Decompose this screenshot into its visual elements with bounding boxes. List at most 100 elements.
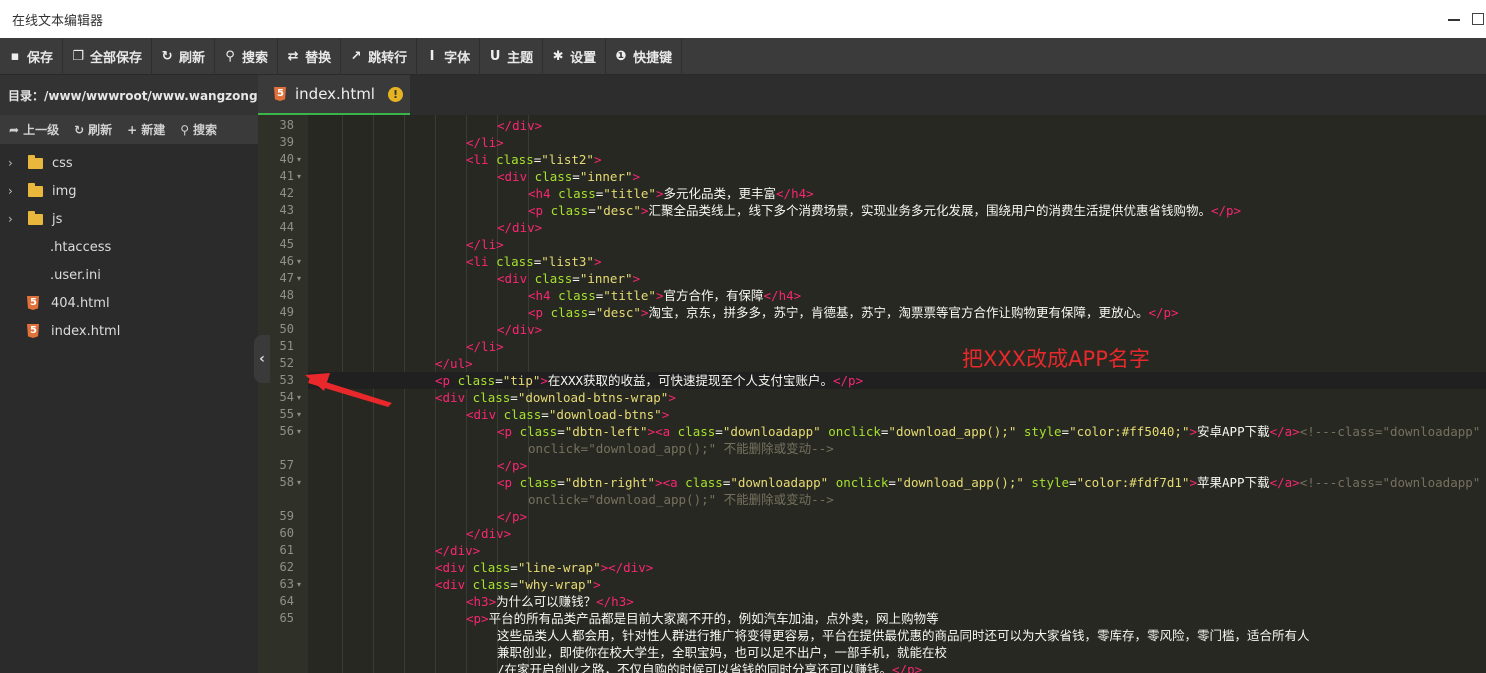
maximize-icon[interactable] bbox=[1472, 13, 1484, 25]
toolbar-button-8[interactable]: ✱ 设置 bbox=[543, 38, 607, 75]
toolbar-button-1[interactable]: ❐ 全部保存 bbox=[63, 38, 153, 75]
code-line[interactable]: 41 ▾ <div class="inner"> bbox=[280, 168, 1486, 185]
code-line[interactable]: 39 </li> bbox=[280, 134, 1486, 151]
code-line[interactable]: 64 <h3>为什么可以赚钱？</h3> bbox=[280, 593, 1486, 610]
code-line[interactable]: /在家开启创业之路，不仅自购的时候可以省钱的同时分享还可以赚钱。</p> bbox=[308, 661, 1486, 673]
fold-toggle-icon[interactable]: ▾ bbox=[297, 253, 301, 270]
code-line[interactable]: 兼职创业，即使你在校大学生，全职宝妈，也可以足不出户，一部手机，就能在校 bbox=[308, 644, 1486, 661]
code-line[interactable]: 58 ▾ <p class="dbtn-right"><a class="downl… bbox=[280, 474, 1486, 491]
code-line[interactable]: 46 ▾ <li class="list3"> bbox=[280, 253, 1486, 270]
code-editor[interactable]: 38 </div> 39 </li> 40 ▾ <li class="list2"> 41 ▾ <… bbox=[258, 115, 1486, 673]
toolbar-button-3[interactable]: ⚲ 搜索 bbox=[215, 38, 279, 75]
tree-item-css[interactable]: › css bbox=[0, 149, 258, 177]
line-number: 44 bbox=[279, 220, 294, 234]
code-line[interactable]: 52 </ul> bbox=[280, 355, 1486, 372]
code-line[interactable]: 62 <div class="line-wrap"></div> bbox=[280, 559, 1486, 576]
code-token: <div bbox=[435, 577, 473, 592]
code-text: onclick="download_app();" 不能删除或变动--> bbox=[528, 491, 834, 508]
code-line[interactable]: 51 </li> bbox=[280, 338, 1486, 355]
sidebar-tool-0[interactable]: ➦ 上一级 bbox=[9, 121, 59, 138]
code-token: </p> bbox=[892, 662, 923, 673]
line-number: 61 bbox=[279, 543, 294, 557]
line-number: 65 bbox=[279, 611, 294, 625]
tab-index-html[interactable]: index.html ! bbox=[258, 75, 410, 115]
code-line[interactable]: 40 ▾ <li class="list2"> bbox=[280, 151, 1486, 168]
window-title: 在线文本编辑器 bbox=[12, 14, 104, 29]
toolbar-button-9[interactable]: ❶ 快捷键 bbox=[606, 38, 683, 75]
code-line[interactable]: onclick="download_app();" 不能删除或变动--> bbox=[308, 491, 1486, 508]
code-token: <h3> bbox=[466, 594, 497, 609]
toolbar-button-4[interactable]: ⇄ 替换 bbox=[278, 38, 342, 75]
code-line[interactable]: 49 <p class="desc">淘宝，京东，拼多多，苏宁，肯德基，苏宁，淘票… bbox=[280, 304, 1486, 321]
code-text: </div> bbox=[435, 542, 480, 559]
code-line[interactable]: onclick="download_app();" 不能删除或变动--> bbox=[308, 440, 1486, 457]
code-token: <!---class="downloadapp" bbox=[1299, 475, 1481, 490]
code-line[interactable]: 60 </div> bbox=[280, 525, 1486, 542]
line-number: 48 bbox=[279, 288, 294, 302]
code-text: <p class="desc">汇聚全品类线上，线下多个消费场景，实现业务多元化… bbox=[528, 202, 1241, 219]
fold-toggle-icon[interactable]: ▾ bbox=[297, 151, 301, 168]
toolbar-button-5[interactable]: ↗ 跳转行 bbox=[341, 38, 418, 75]
code-line[interactable]: 42 <h4 class="title">多元化品类，更丰富</h4> bbox=[280, 185, 1486, 202]
code-token: = bbox=[715, 424, 723, 439]
code-token: > bbox=[1189, 424, 1198, 439]
code-line[interactable]: 45 </li> bbox=[280, 236, 1486, 253]
search-icon: ⚲ bbox=[180, 122, 190, 137]
minimize-icon[interactable] bbox=[1447, 11, 1461, 25]
code-line[interactable]: 57 </p> bbox=[280, 457, 1486, 474]
collapse-sidebar-icon[interactable]: ‹ bbox=[254, 335, 270, 383]
code-text: </li> bbox=[466, 338, 504, 355]
code-line[interactable]: 43 <p class="desc">汇聚全品类线上，线下多个消费场景，实现业务多… bbox=[280, 202, 1486, 219]
fold-toggle-icon[interactable]: ▾ bbox=[297, 474, 301, 491]
code-token: </a> bbox=[1269, 424, 1300, 439]
code-line[interactable]: 47 ▾ <div class="inner"> bbox=[280, 270, 1486, 287]
code-line[interactable]: 65 <p>平台的所有品类产品都是目前大家离不开的，例如汽车加油，点外卖，网上购物… bbox=[280, 610, 1486, 627]
tree-item-404html[interactable]: 404.html bbox=[0, 289, 258, 317]
sidebar-tool-3[interactable]: ⚲ 搜索 bbox=[180, 121, 217, 138]
code-token: class bbox=[519, 424, 558, 439]
chevron-right-icon[interactable]: › bbox=[8, 184, 22, 198]
code-area[interactable]: 38 </div> 39 </li> 40 ▾ <li class="list2"> 41 ▾ <… bbox=[280, 115, 1486, 673]
code-line[interactable]: 50 </div> bbox=[280, 321, 1486, 338]
code-line[interactable]: 44 </div> bbox=[280, 219, 1486, 236]
code-line[interactable]: 59 </p> bbox=[280, 508, 1486, 525]
chevron-right-icon[interactable]: › bbox=[8, 212, 22, 226]
fold-toggle-icon[interactable]: ▾ bbox=[297, 576, 301, 593]
code-token: <h4 bbox=[528, 186, 559, 201]
code-token: <h4 bbox=[528, 288, 559, 303]
tree-item-js[interactable]: › js bbox=[0, 205, 258, 233]
code-line[interactable]: 38 </div> bbox=[280, 117, 1486, 134]
toolbar-button-2[interactable]: ↻ 刷新 bbox=[152, 38, 216, 75]
replace-icon: ⇄ bbox=[287, 48, 299, 64]
toolbar-button-6[interactable]: I 字体 bbox=[417, 38, 481, 75]
fold-toggle-icon[interactable]: ▾ bbox=[297, 270, 301, 287]
tree-item-label: js bbox=[52, 211, 63, 227]
code-token: </div> bbox=[497, 220, 543, 235]
sidebar-tool-1[interactable]: ↻ 刷新 bbox=[74, 121, 112, 138]
code-line[interactable]: 54 ▾ <div class="download-btns-wrap"> bbox=[280, 389, 1486, 406]
tree-item-userini[interactable]: .user.ini bbox=[0, 261, 258, 289]
code-text: </p> bbox=[497, 457, 527, 474]
tree-item-htaccess[interactable]: .htaccess bbox=[0, 233, 258, 261]
code-line[interactable]: 61 </div> bbox=[280, 542, 1486, 559]
sidebar-tool-2[interactable]: + 新建 bbox=[127, 121, 165, 138]
tree-item-label: 404.html bbox=[51, 295, 110, 311]
code-text: </ul> bbox=[435, 355, 473, 372]
code-line[interactable]: 这些品类人人都会用，针对性人群进行推广将变得更容易，平台在提供最优惠的商品同时还… bbox=[308, 627, 1486, 644]
code-line[interactable]: 55 ▾ <div class="download-btns"> bbox=[280, 406, 1486, 423]
fold-toggle-icon[interactable]: ▾ bbox=[297, 423, 301, 440]
chevron-right-icon[interactable]: › bbox=[8, 156, 22, 170]
code-line[interactable]: 63 ▾ <div class="why-wrap"> bbox=[280, 576, 1486, 593]
code-line[interactable]: 56 ▾ <p class="dbtn-left"><a class="downlo… bbox=[280, 423, 1486, 440]
toolbar-button-7[interactable]: U 主题 bbox=[480, 38, 544, 75]
code-token: = bbox=[1069, 475, 1077, 490]
line-number: 41 bbox=[279, 169, 294, 183]
tree-item-img[interactable]: › img bbox=[0, 177, 258, 205]
fold-toggle-icon[interactable]: ▾ bbox=[297, 168, 301, 185]
code-line[interactable]: 48 <h4 class="title">官方合作，有保障</h4> bbox=[280, 287, 1486, 304]
sidebar-tool-label: 搜索 bbox=[193, 123, 218, 137]
toolbar-button-0[interactable]: ▪ 保存 bbox=[0, 38, 64, 75]
code-line[interactable]: 53 <p class="tip">在XXX获取的收益，可快速提现至个人支付宝账户… bbox=[280, 372, 1486, 389]
tree-item-indexhtml[interactable]: index.html bbox=[0, 317, 258, 345]
code-text: </li> bbox=[466, 236, 504, 253]
